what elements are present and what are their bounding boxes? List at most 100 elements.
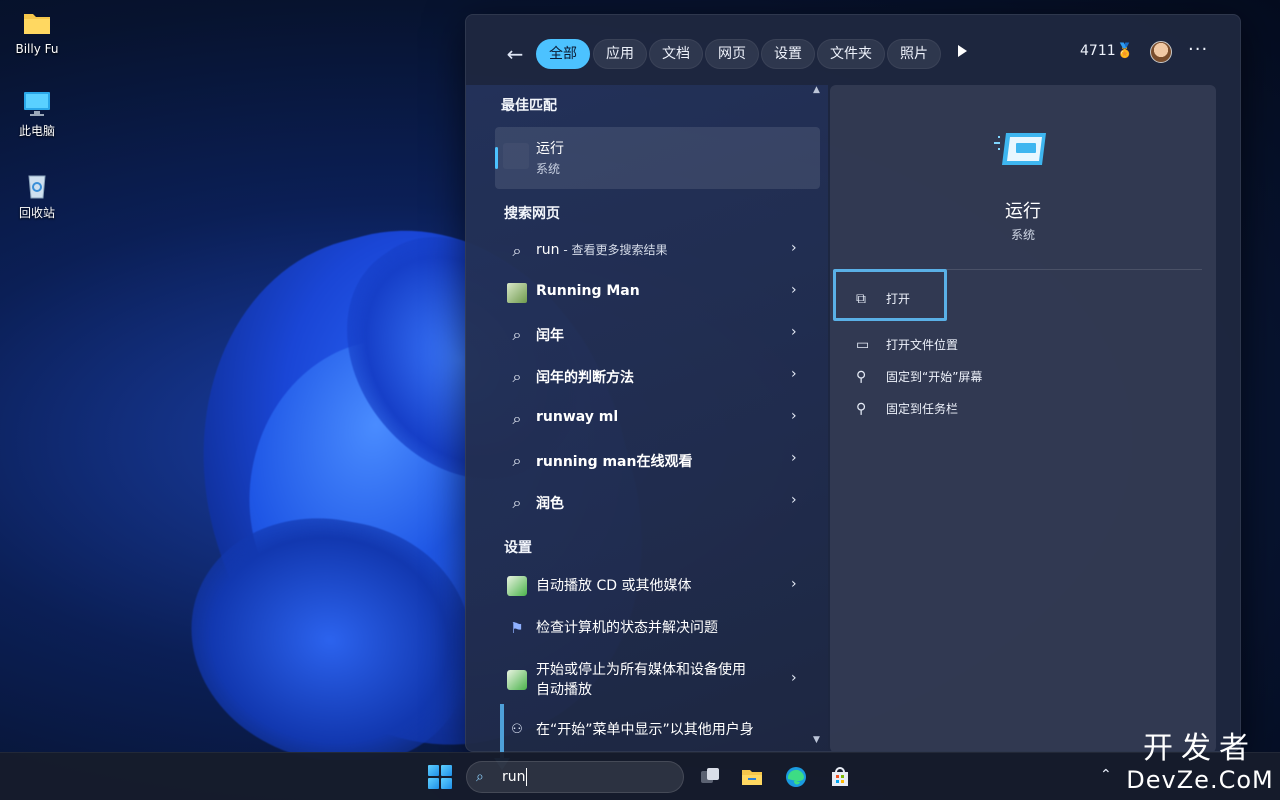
task-view-icon[interactable] <box>698 765 722 789</box>
section-web-search: 搜索网页 <box>504 206 560 222</box>
rewards-points[interactable]: 4711 <box>1080 43 1116 59</box>
section-settings: 设置 <box>504 540 532 556</box>
result-suffix: - 查看更多搜索结果 <box>559 243 668 257</box>
run-dialog-icon <box>992 129 1052 169</box>
file-explorer-icon[interactable] <box>740 765 764 789</box>
web-result-running-man[interactable]: Running Man › <box>495 273 820 313</box>
back-arrow-icon[interactable]: ← <box>502 41 528 67</box>
computer-icon <box>22 90 52 118</box>
setting-text-line2: 自动播放 <box>536 682 592 698</box>
taskbar: ⌕ run ⌃ <box>0 752 1280 800</box>
best-match-subtitle: 系统 <box>536 162 561 176</box>
pin-icon: ⚲ <box>856 401 867 417</box>
chevron-right-icon: › <box>791 450 797 466</box>
scroll-down-icon[interactable]: ▼ <box>813 735 820 745</box>
search-icon: ⌕ <box>512 409 522 428</box>
desktop-icon-label: 此电脑 <box>18 124 55 138</box>
chevron-right-icon: › <box>791 324 797 340</box>
desktop-icon-user-folder[interactable]: Billy Fu <box>8 10 66 56</box>
play-more-tabs-icon[interactable] <box>958 45 967 57</box>
action-label: 打开文件位置 <box>886 338 959 352</box>
search-icon: ⌕ <box>512 325 522 344</box>
results-scrollbar[interactable]: ▲ ▼ <box>811 85 825 745</box>
tab-folders[interactable]: 文件夹 <box>817 39 885 69</box>
web-result-leap-year[interactable]: ⌕ 闰年 › <box>495 315 820 355</box>
desktop-icon-label: 回收站 <box>18 206 55 220</box>
search-icon: ⌕ <box>512 367 522 386</box>
tab-apps[interactable]: 应用 <box>593 39 647 69</box>
setting-show-other-user[interactable]: ⚇ 在“开始”菜单中显示”以其他用户身 <box>495 720 820 744</box>
tab-web[interactable]: 网页 <box>705 39 759 69</box>
chevron-right-icon: › <box>791 282 797 298</box>
search-icon: ⌕ <box>512 451 522 470</box>
search-flyout: ← 全部 应用 文档 网页 设置 文件夹 照片 4711 🏅 ··· 最佳匹配 … <box>465 14 1241 752</box>
edge-browser-icon[interactable] <box>784 765 808 789</box>
tray-overflow-chevron-icon[interactable]: ⌃ <box>1100 767 1112 783</box>
chevron-right-icon: › <box>791 576 797 592</box>
action-label: 打开 <box>886 292 911 306</box>
web-result-leap-year-method[interactable]: ⌕ 闰年的判断方法 › <box>495 357 820 397</box>
web-result-running-man-online[interactable]: ⌕ running man在线观看 › <box>495 441 820 481</box>
start-button[interactable] <box>428 765 452 789</box>
desktop-icon-this-pc[interactable]: 此电脑 <box>8 90 66 139</box>
text-caret <box>526 768 527 786</box>
chevron-right-icon: › <box>791 492 797 508</box>
tab-photos[interactable]: 照片 <box>887 39 941 69</box>
setting-text: 检查计算机的状态并解决问题 <box>536 620 718 636</box>
result-text: running man在线观看 <box>536 454 693 470</box>
preview-title: 运行 <box>1005 201 1041 222</box>
section-best-match: 最佳匹配 <box>501 98 557 114</box>
folder-open-icon: ▭ <box>856 337 870 353</box>
search-icon: ⌕ <box>512 241 522 260</box>
rewards-medal-icon[interactable]: 🏅 <box>1116 43 1133 59</box>
result-text: 闰年的判断方法 <box>536 370 634 386</box>
folder-icon <box>22 10 52 38</box>
watermark-line1: 开发者 <box>1143 731 1257 766</box>
autoplay-icon <box>507 670 527 690</box>
tab-settings[interactable]: 设置 <box>761 39 815 69</box>
flag-icon: ⚑ <box>510 619 524 637</box>
preview-subtitle: 系统 <box>1010 228 1035 242</box>
selection-accent <box>495 147 498 169</box>
desktop-icon-label: Billy Fu <box>15 42 59 56</box>
store-icon[interactable] <box>828 765 852 789</box>
web-result-polish[interactable]: ⌕ 润色 › <box>495 483 820 523</box>
tab-all[interactable]: 全部 <box>536 39 590 69</box>
result-text: runway ml <box>536 409 619 425</box>
chevron-right-icon: › <box>791 670 797 686</box>
setting-text: 自动播放 CD 或其他媒体 <box>536 578 692 594</box>
setting-check-computer-status[interactable]: ⚑ 检查计算机的状态并解决问题 <box>495 618 820 642</box>
scroll-up-icon[interactable]: ▲ <box>813 85 820 95</box>
chevron-right-icon: › <box>791 240 797 256</box>
user-icon: ⚇ <box>511 722 523 737</box>
setting-text: 在“开始”菜单中显示”以其他用户身 <box>536 722 754 738</box>
image-thumbnail-icon <box>507 283 527 303</box>
search-filter-bar: ← 全部 应用 文档 网页 设置 文件夹 照片 4711 🏅 ··· <box>466 37 1240 71</box>
site-watermark: 开发者 DevZe.CoM <box>1120 732 1280 796</box>
tab-documents[interactable]: 文档 <box>649 39 703 69</box>
chevron-right-icon: › <box>791 408 797 424</box>
autoplay-icon <box>507 576 527 596</box>
pin-icon: ⚲ <box>856 369 867 385</box>
search-input-value: run <box>502 769 526 785</box>
best-match-run[interactable]: 运行 系统 <box>495 127 820 189</box>
recycle-bin-icon <box>22 172 52 200</box>
search-icon: ⌕ <box>512 493 522 512</box>
web-result-runway-ml[interactable]: ⌕ runway ml › <box>495 399 820 439</box>
taskbar-search-input[interactable]: ⌕ run <box>466 761 684 793</box>
setting-autoplay-cd[interactable]: 自动播放 CD 或其他媒体 › <box>495 576 820 600</box>
setting-text: 开始或停止为所有媒体和设备使用 <box>536 662 746 678</box>
action-label: 固定到任务栏 <box>886 402 959 416</box>
setting-autoplay-all-media[interactable]: 开始或停止为所有媒体和设备使用 自动播放 › <box>495 660 820 704</box>
best-match-title: 运行 <box>536 141 564 157</box>
result-text: 润色 <box>536 496 564 512</box>
action-label: 固定到“开始”屏幕 <box>886 370 983 384</box>
user-avatar[interactable] <box>1150 41 1172 63</box>
desktop-icon-recycle-bin[interactable]: 回收站 <box>8 172 66 221</box>
result-text: Running Man <box>536 283 640 299</box>
run-app-icon <box>503 143 529 169</box>
more-options-icon[interactable]: ··· <box>1188 39 1208 60</box>
chevron-right-icon: › <box>791 366 797 382</box>
preview-pane: 运行 系统 ⧉ 打开 ▭ 打开文件位置 ⚲ 固定到“开始”屏幕 ⚲ 固定到任务栏 <box>830 85 1216 751</box>
web-result-run[interactable]: ⌕ run - 查看更多搜索结果 › <box>495 231 820 271</box>
